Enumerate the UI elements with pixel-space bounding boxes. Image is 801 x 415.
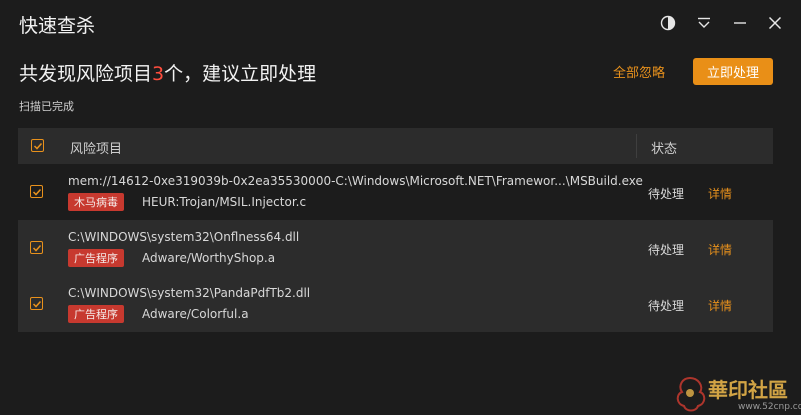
scan-status: 扫描已完成 <box>19 100 74 113</box>
risk-summary: 共发现风险项目3个，建议立即处理 <box>19 59 316 86</box>
risk-path: C:\WINDOWS\system32\PandaPdfTb2.dll <box>68 286 311 300</box>
column-header-status: 状态 <box>651 142 678 157</box>
risk-type-badge: 广告程序 <box>68 249 124 267</box>
summary-suffix: 个，建议立即处理 <box>164 63 317 85</box>
watermark-text: 華印社區 <box>708 378 788 402</box>
watermark: 華印社區 www.52cnp.com <box>670 372 801 415</box>
details-link[interactable]: 详情 <box>708 241 732 258</box>
table-row: mem://14612-0xe319039b-0x2ea35530000-C:\… <box>18 164 773 220</box>
table-header: 风险项目 状态 <box>18 128 773 164</box>
status-text: 待处理 <box>648 243 685 257</box>
checkmark-icon <box>32 244 41 252</box>
watermark-url: www.52cnp.com <box>738 402 801 412</box>
select-all-checkbox[interactable] <box>31 139 44 152</box>
ignore-all-link[interactable]: 全部忽略 <box>613 62 665 81</box>
title-bar: 快速查杀 <box>0 0 801 48</box>
risk-type-badge: 木马病毒 <box>68 193 124 211</box>
threat-name: Adware/Colorful.a <box>142 307 249 321</box>
risk-type-badge: 广告程序 <box>68 305 124 323</box>
risk-path: mem://14612-0xe319039b-0x2ea35530000-C:\… <box>68 174 643 188</box>
handle-now-button[interactable]: 立即处理 <box>693 58 773 85</box>
risk-table: 风险项目 状态 mem://14612-0xe319039b-0x2ea3553… <box>18 128 773 332</box>
minimize-icon <box>734 22 746 24</box>
status-text: 待处理 <box>648 187 685 201</box>
row-checkbox[interactable] <box>30 241 43 254</box>
column-divider <box>636 134 637 158</box>
row-checkbox[interactable] <box>30 297 43 310</box>
column-header-risk-item: 风险项目 <box>70 142 123 157</box>
table-row: C:\WINDOWS\system32\Onflness64.dll 广告程序 … <box>18 220 773 276</box>
threat-name: HEUR:Trojan/MSIL.Injector.c <box>142 195 307 209</box>
window-title: 快速查杀 <box>19 15 96 37</box>
status-text: 待处理 <box>648 299 685 313</box>
row-checkbox[interactable] <box>30 185 43 198</box>
checkmark-icon <box>32 188 41 196</box>
details-link[interactable]: 详情 <box>708 297 732 314</box>
checkmark-icon <box>32 300 41 308</box>
threat-name: Adware/WorthyShop.a <box>142 251 276 265</box>
close-button[interactable] <box>765 13 785 33</box>
theme-icon <box>660 15 676 31</box>
table-row: C:\WINDOWS\system32\PandaPdfTb2.dll 广告程序… <box>18 276 773 332</box>
menu-dropdown-button[interactable] <box>694 13 714 33</box>
details-link[interactable]: 详情 <box>708 185 732 202</box>
theme-button[interactable] <box>658 13 678 33</box>
summary-prefix: 共发现风险项目 <box>19 63 153 85</box>
risk-path: C:\WINDOWS\system32\Onflness64.dll <box>68 230 300 244</box>
close-icon <box>768 16 782 30</box>
checkmark-icon <box>33 142 42 150</box>
dropdown-icon <box>698 17 710 28</box>
risk-count: 3 <box>152 63 165 85</box>
minimize-button[interactable] <box>730 13 750 33</box>
watermark-logo-icon <box>676 376 706 412</box>
